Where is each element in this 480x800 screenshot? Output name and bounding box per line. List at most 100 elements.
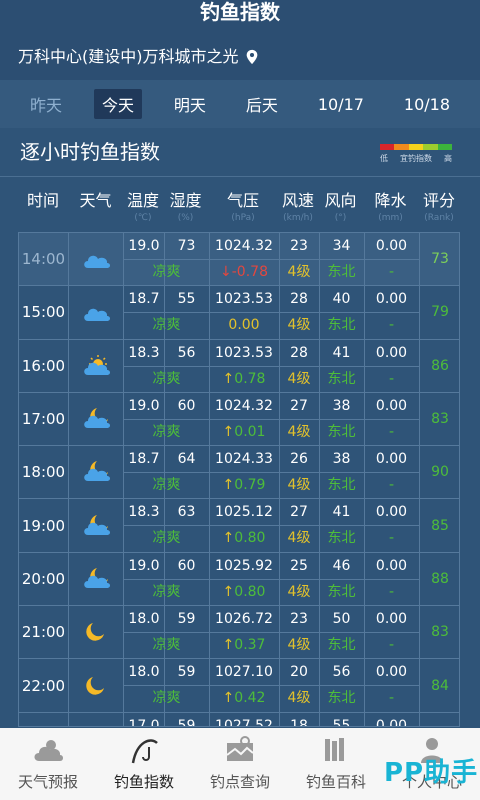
cell-precip-sub: - [388, 370, 395, 387]
column-header: 风向 (°) [318, 190, 363, 224]
legend-low: 低 [380, 154, 388, 163]
day-tab[interactable]: 10/18 [396, 92, 458, 117]
row-split [124, 525, 419, 527]
cell-wind-speed: 23 [290, 238, 308, 254]
table-row[interactable]: 15:00 18.7 55 1023.53 28 40 0.00 凉爽 0.00 4级 东北 - 79 [19, 286, 459, 340]
weather-icon [69, 712, 124, 726]
row-time: 17:00 [19, 392, 69, 446]
nav-item[interactable]: 钓点查询 [192, 728, 288, 800]
cell-wind-dir: 38 [332, 451, 351, 468]
table-row[interactable]: 21:00 18.0 59 1026.72 23 50 0.00 凉爽 ↑0.37 4级 东北 - 83 [19, 606, 459, 660]
moon-icon [69, 659, 124, 712]
cell-wind-name: 东北 [327, 637, 356, 654]
moon-icon [69, 606, 124, 659]
cell-humidity: 59 [177, 717, 196, 727]
table-row[interactable]: 14:00 19.0 73 1024.32 23 34 0.00 凉爽 ↓-0.78 4级 东北 - 7… [19, 233, 459, 287]
hourly-table[interactable]: 14:00 19.0 73 1024.32 23 34 0.00 凉爽 ↓-0.78 4级 东北 -7… [18, 232, 460, 727]
cell-wind-speed: 23 [290, 611, 308, 628]
cell-temp: 19.0 [128, 557, 160, 574]
cell-wind-name: 东北 [327, 690, 356, 707]
cell-pressure: 1025.92 [215, 557, 273, 574]
cell-feel: 凉爽 [152, 370, 181, 387]
arrow-up-icon: ↑ [222, 583, 235, 600]
cell-score: 79 [431, 304, 449, 321]
cell-wind-name: 东北 [327, 530, 356, 547]
fishing-hook-icon [127, 735, 161, 765]
pressure-trend-value: 0.37 [234, 637, 266, 654]
day-tab[interactable]: 后天 [238, 89, 286, 119]
table-row[interactable]: 17:00 19.0 60 1024.32 27 38 0.00 凉爽 ↑0.01 4级 东北 - 83 [19, 392, 459, 447]
column-unit: (℃) [134, 213, 152, 223]
cell-wind-name: 东北 [327, 317, 356, 334]
day-tab[interactable]: 明天 [166, 89, 214, 119]
day-tab[interactable]: 今天 [93, 89, 142, 119]
legend-mid: 宜钓指数 [400, 154, 432, 163]
nav-item[interactable]: 钓鱼百科 [288, 728, 384, 800]
cell-score: 88 [431, 570, 449, 587]
cell-wind-speed: 26 [290, 451, 308, 468]
column-header: 评分 (Rank) [418, 190, 460, 224]
table-row[interactable]: 19:00 18.3 63 1025.12 27 41 0.00 凉爽 ↑0.80 4级 东北 - 85 [19, 499, 459, 553]
column-header: 降水 (mm) [363, 190, 418, 224]
cell-humidity: 59 [177, 664, 196, 681]
cell-score: 90 [431, 464, 449, 481]
nav-item[interactable]: 天气预报 [0, 728, 96, 800]
column-unit: (hPa) [231, 213, 255, 223]
cell-humidity: 55 [177, 291, 196, 308]
column-title: 湿度 [169, 191, 202, 210]
column-title: 评分 [422, 191, 455, 210]
nav-item[interactable]: 钓鱼指数 [96, 728, 192, 800]
cell-feel: 凉爽 [152, 477, 181, 494]
cell-temp: 18.0 [128, 664, 160, 681]
row-time: 20:00 [19, 552, 69, 606]
table-row[interactable]: 18:00 18.7 64 1024.33 26 38 0.00 凉爽 ↑0.79 4级 东北 - 90 [19, 446, 459, 500]
day-tab[interactable]: 昨天 [22, 89, 70, 119]
cell-wind-name: 东北 [327, 583, 356, 600]
cell-pressure: 1024.33 [215, 451, 273, 468]
moon-cloud-icon [69, 499, 124, 552]
page-title: 钓鱼指数 [200, 0, 280, 24]
cell-wind-dir: 50 [332, 611, 351, 628]
row-time: 16:00 [19, 339, 69, 392]
nav-label: 钓鱼百科 [305, 773, 366, 791]
cell-feel: 凉爽 [152, 637, 181, 654]
cell-precip-sub: - [388, 530, 395, 547]
row-split [124, 632, 419, 634]
location-label: 万科中心(建设中)万科城市之光 [18, 47, 239, 66]
cell-wind-dir: 38 [332, 397, 351, 414]
location-selector[interactable]: 万科中心(建设中)万科城市之光 [18, 46, 259, 68]
pressure-trend-value: 0.80 [234, 583, 266, 600]
cloud-icon [69, 233, 124, 286]
pressure-trend-value: 0.42 [234, 690, 266, 707]
day-tab[interactable]: 10/17 [310, 92, 372, 117]
score-legend: 低 宜钓指数 高 [380, 144, 453, 164]
cell-pressure-trend: 0.00 [209, 314, 279, 336]
column-headers: 时间 天气 温度 (℃) 湿度 (%) 气压 (hPa) 风速 (km/h) 风向 (°) 降水 (mm)… [18, 190, 458, 230]
pressure-trend-value: 0.78 [234, 370, 266, 387]
cell-precip-sub: - [388, 317, 395, 334]
cell-pressure: 1024.32 [215, 238, 273, 254]
watermark: PP助手 [384, 758, 479, 788]
section-title: 逐小时钓鱼指数 [20, 140, 160, 164]
app-header: 钓鱼指数 万科中心(建设中)万科城市之光 [0, 0, 480, 80]
row-time: 15:00 [19, 286, 69, 339]
cell-score [419, 713, 459, 726]
cell-wind-speed: 28 [290, 291, 308, 308]
table-row[interactable]: 16:00 18.3 56 1023.53 28 41 0.00 凉爽 ↑0.78 4级 东北 - 86 [19, 339, 459, 393]
column-unit: (km/h) [283, 213, 313, 223]
cell-pressure: 1027.10 [215, 664, 273, 681]
table-row[interactable]: 17.0 59 1027.52 18 55 0.00 [19, 712, 459, 727]
table-row[interactable]: 20:00 19.0 60 1025.92 25 46 0.00 凉爽 ↑0.80 4级 东北 - 88 [19, 552, 459, 607]
cell-precip-sub: - [388, 264, 395, 280]
row-split [124, 418, 419, 420]
cell-precip: 0.00 [375, 557, 408, 574]
column-title: 温度 [126, 191, 159, 210]
cell-pressure-trend: ↑0.80 [209, 581, 279, 603]
cell-feel: 凉爽 [152, 530, 181, 547]
table-row[interactable]: 22:00 18.0 59 1027.10 20 56 0.00 凉爽 ↑0.42 4级 东北 - 84 [19, 659, 459, 713]
cell-wind-dir: 41 [332, 344, 351, 361]
moon-cloud-icon [69, 446, 124, 499]
cell-pressure-trend: ↑0.80 [209, 527, 279, 549]
cell-score: 83 [431, 624, 449, 641]
cell-humidity: 59 [177, 611, 196, 628]
